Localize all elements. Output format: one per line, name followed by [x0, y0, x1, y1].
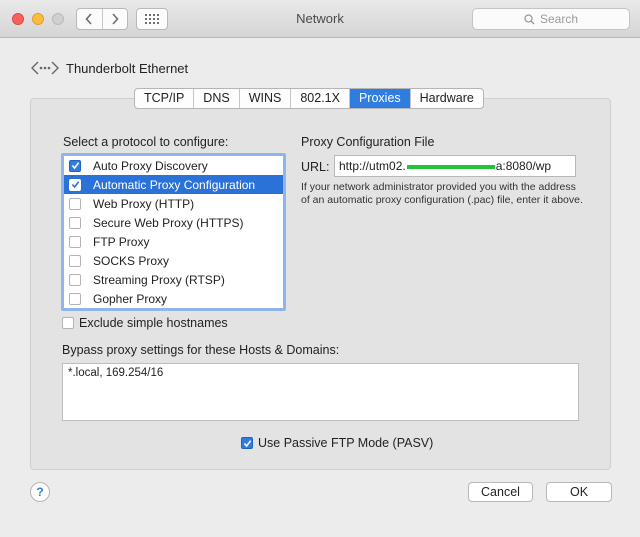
- checkbox-ftp-proxy[interactable]: [69, 235, 81, 248]
- checkbox-gopher-proxy[interactable]: [69, 292, 81, 305]
- protocol-label: Auto Proxy Discovery: [93, 158, 208, 173]
- checkbox-socks-proxy[interactable]: [69, 254, 81, 267]
- checkbox-auto-proxy-discovery[interactable]: [69, 159, 81, 172]
- protocol-item-streaming-proxy[interactable]: Streaming Proxy (RTSP): [64, 270, 283, 289]
- protocol-list-heading: Select a protocol to configure:: [63, 135, 229, 149]
- checkbox-secure-web-proxy[interactable]: [69, 216, 81, 229]
- tab-8021x[interactable]: 802.1X: [291, 89, 350, 108]
- bypass-label: Bypass proxy settings for these Hosts & …: [62, 343, 340, 357]
- tab-proxies[interactable]: Proxies: [349, 89, 411, 108]
- protocol-label: Streaming Proxy (RTSP): [93, 272, 225, 287]
- url-suffix: a:8080/wp: [495, 159, 552, 173]
- config-file-title: Proxy Configuration File: [301, 135, 435, 149]
- url-field[interactable]: http://utm02. a:8080/wp: [334, 155, 576, 177]
- url-prefix: http://utm02.: [339, 159, 406, 173]
- checkbox-streaming-proxy[interactable]: [69, 273, 81, 286]
- search-icon: [524, 13, 535, 24]
- protocol-label: FTP Proxy: [93, 234, 150, 249]
- protocol-label: Automatic Proxy Configuration: [93, 177, 256, 192]
- passive-ftp-option[interactable]: Use Passive FTP Mode (PASV): [241, 436, 433, 450]
- protocol-list: Auto Proxy Discovery Automatic Proxy Con…: [61, 153, 286, 311]
- checkbox-web-proxy[interactable]: [69, 197, 81, 210]
- tab-hardware[interactable]: Hardware: [411, 89, 483, 108]
- tab-wins[interactable]: WINS: [240, 89, 292, 108]
- exclude-simple-hostnames-checkbox[interactable]: [62, 317, 74, 329]
- protocol-item-web-proxy[interactable]: Web Proxy (HTTP): [64, 194, 283, 213]
- tab-tcpip[interactable]: TCP/IP: [135, 89, 195, 108]
- cancel-button[interactable]: Cancel: [468, 482, 533, 502]
- title-bar: Network Search: [0, 0, 640, 38]
- passive-ftp-label: Use Passive FTP Mode (PASV): [258, 436, 434, 450]
- checkmark-icon: [71, 162, 79, 170]
- url-help-text: If your network administrator provided y…: [301, 181, 583, 206]
- ok-button[interactable]: OK: [546, 482, 612, 502]
- protocol-label: Web Proxy (HTTP): [93, 196, 195, 211]
- exclude-simple-hostnames-label: Exclude simple hostnames: [79, 316, 228, 330]
- help-button[interactable]: ?: [30, 482, 50, 502]
- checkbox-automatic-proxy-configuration[interactable]: [69, 178, 81, 191]
- checkmark-icon: [71, 181, 79, 189]
- bypass-hosts-field[interactable]: *.local, 169.254/16: [62, 363, 579, 421]
- protocol-label: Gopher Proxy: [93, 291, 168, 306]
- protocol-item-automatic-proxy-configuration[interactable]: Automatic Proxy Configuration: [64, 175, 283, 194]
- checkmark-icon: [243, 439, 251, 447]
- protocol-item-auto-proxy-discovery[interactable]: Auto Proxy Discovery: [64, 156, 283, 175]
- protocol-item-gopher-proxy[interactable]: Gopher Proxy: [64, 289, 283, 308]
- search-input[interactable]: Search: [472, 8, 630, 30]
- url-label: URL:: [301, 160, 330, 174]
- protocol-label: Secure Web Proxy (HTTPS): [93, 215, 244, 230]
- exclude-simple-hostnames[interactable]: Exclude simple hostnames: [62, 316, 228, 330]
- protocol-item-socks-proxy[interactable]: SOCKS Proxy: [64, 251, 283, 270]
- protocol-label: SOCKS Proxy: [93, 253, 170, 268]
- search-placeholder: Search: [539, 12, 579, 26]
- tab-dns[interactable]: DNS: [194, 89, 240, 108]
- interface-name: Thunderbolt Ethernet: [66, 61, 189, 76]
- passive-ftp-checkbox[interactable]: [241, 437, 253, 449]
- redaction-mark: [406, 164, 495, 169]
- protocol-item-ftp-proxy[interactable]: FTP Proxy: [64, 232, 283, 251]
- protocol-item-secure-web-proxy[interactable]: Secure Web Proxy (HTTPS): [64, 213, 283, 232]
- tab-bar: TCP/IP DNS WINS 802.1X Proxies Hardware: [134, 88, 484, 109]
- ethernet-icon: [31, 61, 59, 75]
